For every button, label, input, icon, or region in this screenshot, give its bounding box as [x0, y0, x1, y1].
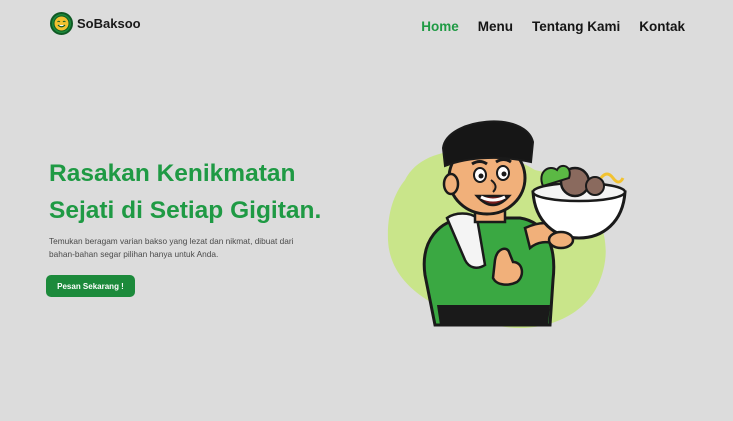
- navbar: SoBaksoo Home Menu Tentang Kami Kontak: [0, 0, 733, 50]
- nav-link-tentang-kami[interactable]: Tentang Kami: [532, 19, 620, 34]
- bakso-mascot-illustration: [385, 100, 635, 335]
- hero-title-line-2: Sejati di Setiap Gigitan.: [49, 197, 322, 224]
- order-now-button[interactable]: Pesan Sekarang !: [46, 275, 135, 297]
- nav-link-kontak[interactable]: Kontak: [639, 19, 685, 34]
- hero-title: Rasakan Kenikmatan Sejati di Setiap Gigi…: [49, 155, 379, 229]
- hero-description: Temukan beragam varian bakso yang lezat …: [49, 235, 349, 260]
- smiling-face-logo-icon: [50, 12, 73, 35]
- hero-description-line-2: bahan-bahan segar pilihan hanya untuk An…: [49, 248, 219, 259]
- main-nav: Home Menu Tentang Kami Kontak: [421, 19, 685, 34]
- nav-link-menu[interactable]: Menu: [478, 19, 513, 34]
- hero-title-line-1: Rasakan Kenikmatan: [49, 160, 296, 187]
- brand-name: SoBaksoo: [77, 16, 141, 31]
- nav-link-home[interactable]: Home: [421, 19, 459, 34]
- hero-description-line-1: Temukan beragam varian bakso yang lezat …: [49, 236, 294, 246]
- brand-logo[interactable]: SoBaksoo: [50, 12, 141, 35]
